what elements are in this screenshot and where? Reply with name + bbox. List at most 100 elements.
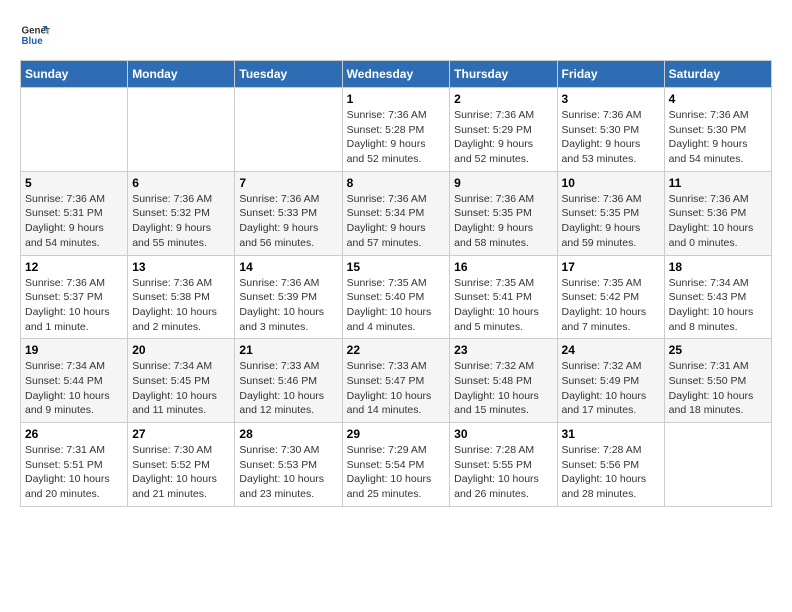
day-info: Sunrise: 7:36 AM Sunset: 5:30 PM Dayligh… [669,108,767,167]
calendar-cell: 10 Sunrise: 7:36 AM Sunset: 5:35 PM Dayli… [557,171,664,255]
day-info: Sunrise: 7:31 AM Sunset: 5:51 PM Dayligh… [25,443,123,502]
day-number: 28 [239,427,337,441]
day-number: 14 [239,260,337,274]
day-number: 3 [562,92,660,106]
calendar-cell: 20Sunrise: 7:34 AM Sunset: 5:45 PM Dayli… [128,339,235,423]
logo-icon: General Blue [20,20,50,50]
day-info: Sunrise: 7:32 AM Sunset: 5:49 PM Dayligh… [562,359,660,418]
calendar-cell: 31 Sunrise: 7:28 AM Sunset: 5:56 PM Dayli… [557,423,664,507]
calendar-cell: 26 Sunrise: 7:31 AM Sunset: 5:51 PM Dayli… [21,423,128,507]
day-info: Sunrise: 7:33 AM Sunset: 5:46 PM Dayligh… [239,359,337,418]
page-header: General Blue [20,20,772,50]
calendar-cell [664,423,771,507]
day-info: Sunrise: 7:36 AM Sunset: 5:29 PM Dayligh… [454,108,552,167]
calendar-cell: 25 Sunrise: 7:31 AM Sunset: 5:50 PM Dayli… [664,339,771,423]
calendar-week-row: 26 Sunrise: 7:31 AM Sunset: 5:51 PM Dayli… [21,423,772,507]
day-info: Sunrise: 7:35 AM Sunset: 5:42 PM Dayligh… [562,276,660,335]
day-info: Sunrise: 7:36 AM Sunset: 5:36 PM Dayligh… [669,192,767,251]
calendar-cell: 4 Sunrise: 7:36 AM Sunset: 5:30 PM Daylig… [664,88,771,172]
calendar-week-row: 19Sunrise: 7:34 AM Sunset: 5:44 PM Dayli… [21,339,772,423]
calendar-cell: 19Sunrise: 7:34 AM Sunset: 5:44 PM Dayli… [21,339,128,423]
calendar-cell [21,88,128,172]
day-info: Sunrise: 7:28 AM Sunset: 5:56 PM Dayligh… [562,443,660,502]
calendar-cell: 12 Sunrise: 7:36 AM Sunset: 5:37 PM Dayli… [21,255,128,339]
calendar-cell: 22 Sunrise: 7:33 AM Sunset: 5:47 PM Dayli… [342,339,450,423]
svg-text:Blue: Blue [22,36,44,47]
calendar-cell [235,88,342,172]
day-info: Sunrise: 7:30 AM Sunset: 5:53 PM Dayligh… [239,443,337,502]
day-info: Sunrise: 7:36 AM Sunset: 5:30 PM Dayligh… [562,108,660,167]
calendar-cell: 15Sunrise: 7:35 AM Sunset: 5:40 PM Dayli… [342,255,450,339]
day-number: 21 [239,343,337,357]
calendar-cell: 1 Sunrise: 7:36 AM Sunset: 5:28 PM Daylig… [342,88,450,172]
day-number: 22 [347,343,446,357]
calendar-cell: 24Sunrise: 7:32 AM Sunset: 5:49 PM Dayli… [557,339,664,423]
day-header-saturday: Saturday [664,61,771,88]
day-number: 25 [669,343,767,357]
day-info: Sunrise: 7:36 AM Sunset: 5:33 PM Dayligh… [239,192,337,251]
calendar-cell: 27 Sunrise: 7:30 AM Sunset: 5:52 PM Dayli… [128,423,235,507]
day-info: Sunrise: 7:36 AM Sunset: 5:37 PM Dayligh… [25,276,123,335]
day-info: Sunrise: 7:32 AM Sunset: 5:48 PM Dayligh… [454,359,552,418]
calendar-cell: 3 Sunrise: 7:36 AM Sunset: 5:30 PM Daylig… [557,88,664,172]
day-number: 7 [239,176,337,190]
calendar-cell: 18 Sunrise: 7:34 AM Sunset: 5:43 PM Dayli… [664,255,771,339]
calendar-cell: 9 Sunrise: 7:36 AM Sunset: 5:35 PM Daylig… [450,171,557,255]
day-info: Sunrise: 7:36 AM Sunset: 5:38 PM Dayligh… [132,276,230,335]
day-number: 20 [132,343,230,357]
day-info: Sunrise: 7:36 AM Sunset: 5:28 PM Dayligh… [347,108,446,167]
day-number: 19 [25,343,123,357]
calendar-cell: 21 Sunrise: 7:33 AM Sunset: 5:46 PM Dayli… [235,339,342,423]
days-header-row: SundayMondayTuesdayWednesdayThursdayFrid… [21,61,772,88]
day-info: Sunrise: 7:36 AM Sunset: 5:32 PM Dayligh… [132,192,230,251]
day-number: 5 [25,176,123,190]
day-info: Sunrise: 7:36 AM Sunset: 5:35 PM Dayligh… [454,192,552,251]
calendar-table: SundayMondayTuesdayWednesdayThursdayFrid… [20,60,772,507]
day-info: Sunrise: 7:31 AM Sunset: 5:50 PM Dayligh… [669,359,767,418]
day-number: 31 [562,427,660,441]
calendar-week-row: 1 Sunrise: 7:36 AM Sunset: 5:28 PM Daylig… [21,88,772,172]
day-info: Sunrise: 7:30 AM Sunset: 5:52 PM Dayligh… [132,443,230,502]
day-header-friday: Friday [557,61,664,88]
calendar-cell: 13 Sunrise: 7:36 AM Sunset: 5:38 PM Dayli… [128,255,235,339]
day-number: 1 [347,92,446,106]
calendar-cell: 29Sunrise: 7:29 AM Sunset: 5:54 PM Dayli… [342,423,450,507]
day-number: 8 [347,176,446,190]
logo: General Blue [20,20,50,50]
calendar-cell: 6 Sunrise: 7:36 AM Sunset: 5:32 PM Daylig… [128,171,235,255]
day-info: Sunrise: 7:36 AM Sunset: 5:35 PM Dayligh… [562,192,660,251]
calendar-cell: 16Sunrise: 7:35 AM Sunset: 5:41 PM Dayli… [450,255,557,339]
day-info: Sunrise: 7:33 AM Sunset: 5:47 PM Dayligh… [347,359,446,418]
day-number: 4 [669,92,767,106]
calendar-cell: 8 Sunrise: 7:36 AM Sunset: 5:34 PM Daylig… [342,171,450,255]
calendar-cell [128,88,235,172]
day-number: 30 [454,427,552,441]
day-number: 12 [25,260,123,274]
day-header-monday: Monday [128,61,235,88]
day-number: 18 [669,260,767,274]
day-number: 16 [454,260,552,274]
day-info: Sunrise: 7:36 AM Sunset: 5:39 PM Dayligh… [239,276,337,335]
calendar-cell: 2 Sunrise: 7:36 AM Sunset: 5:29 PM Daylig… [450,88,557,172]
day-info: Sunrise: 7:36 AM Sunset: 5:31 PM Dayligh… [25,192,123,251]
day-number: 2 [454,92,552,106]
calendar-week-row: 12 Sunrise: 7:36 AM Sunset: 5:37 PM Dayli… [21,255,772,339]
day-info: Sunrise: 7:29 AM Sunset: 5:54 PM Dayligh… [347,443,446,502]
day-header-thursday: Thursday [450,61,557,88]
day-number: 6 [132,176,230,190]
day-number: 15 [347,260,446,274]
day-number: 17 [562,260,660,274]
day-info: Sunrise: 7:36 AM Sunset: 5:34 PM Dayligh… [347,192,446,251]
day-number: 26 [25,427,123,441]
day-number: 23 [454,343,552,357]
day-number: 27 [132,427,230,441]
day-number: 13 [132,260,230,274]
day-info: Sunrise: 7:28 AM Sunset: 5:55 PM Dayligh… [454,443,552,502]
day-number: 9 [454,176,552,190]
day-info: Sunrise: 7:34 AM Sunset: 5:43 PM Dayligh… [669,276,767,335]
day-number: 10 [562,176,660,190]
calendar-cell: 28 Sunrise: 7:30 AM Sunset: 5:53 PM Dayli… [235,423,342,507]
calendar-week-row: 5 Sunrise: 7:36 AM Sunset: 5:31 PM Daylig… [21,171,772,255]
calendar-cell: 11Sunrise: 7:36 AM Sunset: 5:36 PM Dayli… [664,171,771,255]
calendar-cell: 23 Sunrise: 7:32 AM Sunset: 5:48 PM Dayli… [450,339,557,423]
